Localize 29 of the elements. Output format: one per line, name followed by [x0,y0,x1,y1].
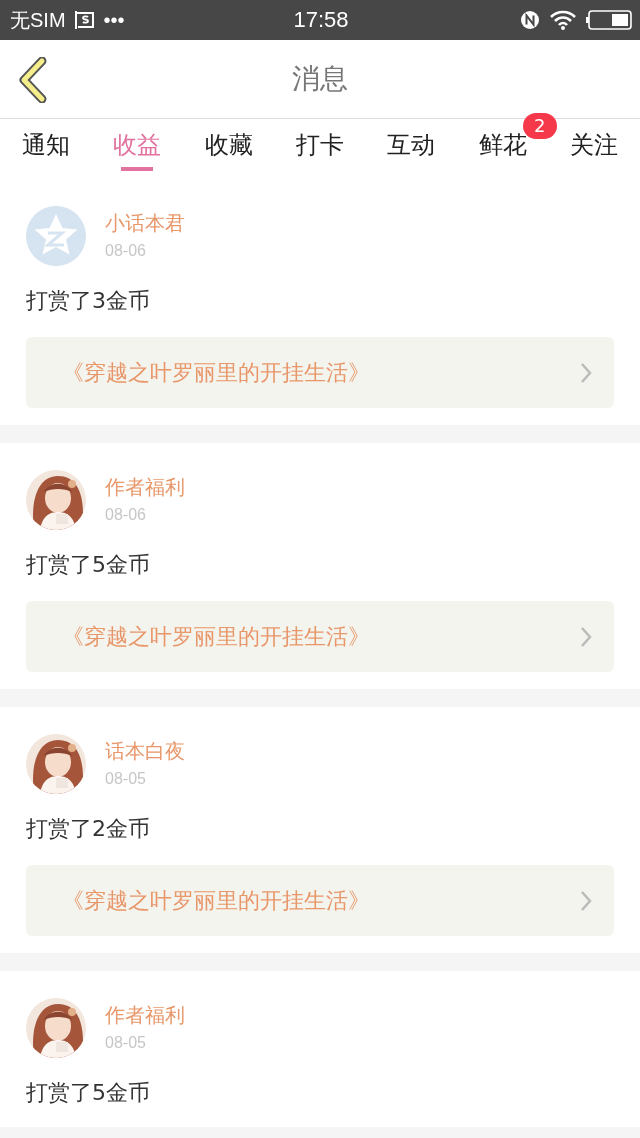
wifi-icon [550,10,576,30]
sender-name: 小话本君 [105,210,185,237]
tab[interactable]: 打卡 [274,119,366,179]
message-date: 08-05 [105,769,147,789]
sender-name: 作者福利 [105,474,185,501]
chevron-icon [580,625,592,648]
sender-name: 话本白夜 [105,738,185,765]
sim-icon [73,10,96,30]
carrier-label: 无SIM [10,7,66,33]
dots-label: ••• [103,8,125,32]
star-avatar-icon [26,206,86,266]
message-date: 08-06 [105,241,147,261]
chevron-icon [580,889,592,912]
tab[interactable]: 收藏 [182,119,275,179]
back-button[interactable] [16,57,48,103]
message-text: 打赏了3金币 [26,287,151,315]
battery-icon [586,10,632,30]
message-text: 打赏了2金币 [26,815,151,843]
tab[interactable]: 互动 [365,119,458,179]
chevron-icon [580,361,592,384]
message-date: 08-06 [105,505,147,525]
message-date: 08-05 [105,1033,147,1053]
clock-label: 17:58 [293,7,349,33]
page-title: 消息 [292,61,348,97]
message-text: 打赏了5金币 [26,1079,151,1107]
sender-name: 作者福利 [105,1002,185,1029]
message-text: 打赏了5金币 [26,551,151,579]
tab[interactable]: 通知 [0,119,92,179]
nfc-icon [520,10,540,30]
